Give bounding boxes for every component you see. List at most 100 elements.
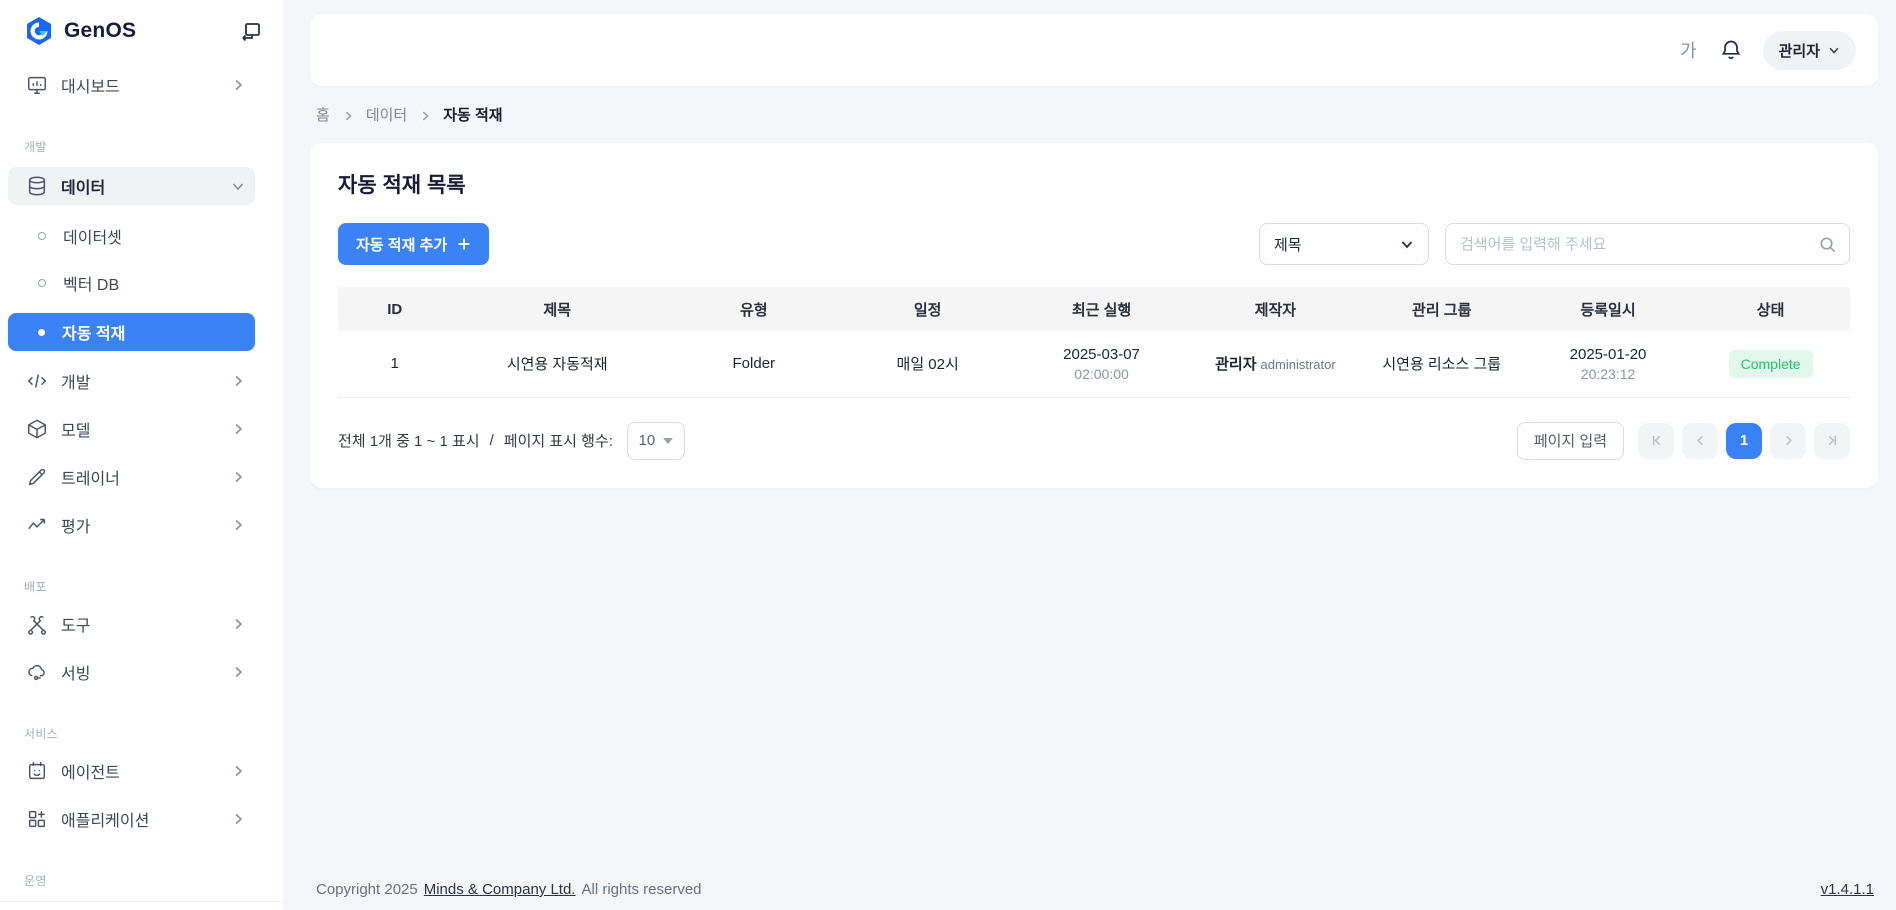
apps-icon	[26, 808, 48, 830]
rows-summary: 전체 1개 중 1 ~ 1 표시	[338, 430, 480, 451]
toolbar: 자동 적재 추가 제목	[338, 223, 1850, 265]
search-icon[interactable]	[1818, 235, 1837, 254]
rows-per-page-select[interactable]: 10	[627, 422, 685, 460]
font-size-toggle[interactable]: 가	[1680, 37, 1697, 63]
sidebar-item-trainer[interactable]: 트레이너	[8, 460, 255, 494]
bullet-icon	[38, 279, 46, 287]
add-auto-load-button[interactable]: 자동 적재 추가	[338, 223, 489, 265]
next-page-button[interactable]	[1770, 423, 1806, 459]
table-footer: 전체 1개 중 1 ~ 1 표시 / 페이지 표시 행수: 10 페이지 입력	[338, 422, 1850, 460]
cube-icon	[26, 418, 48, 440]
chevron-down-icon	[1828, 44, 1840, 56]
chevron-right-icon	[231, 617, 245, 631]
sidebar-item-develop[interactable]: 개발	[8, 364, 255, 398]
dashboard-icon	[26, 74, 48, 96]
section-label-dev: 개발	[24, 138, 283, 155]
page-number-button[interactable]: 1	[1726, 423, 1762, 459]
sidebar-item-label: 데이터	[61, 174, 231, 198]
add-button-label: 자동 적재 추가	[356, 234, 447, 255]
search-input[interactable]	[1460, 236, 1818, 253]
sidebar-item-label: 벡터 DB	[63, 271, 119, 295]
section-label-service: 서비스	[24, 725, 283, 742]
version-link[interactable]: v1.4.1.1	[1821, 881, 1874, 898]
last-page-button[interactable]	[1814, 423, 1850, 459]
breadcrumb: 홈 데이터 자동 적재	[316, 104, 1878, 125]
sidebar-nav: 대시보드 개발 데이터 데이터셋 벡터	[0, 56, 283, 901]
chevron-right-icon	[231, 422, 245, 436]
profile-menu-button[interactable]: 관리자	[1763, 31, 1856, 70]
prev-page-button[interactable]	[1682, 423, 1718, 459]
chevron-left-icon	[1693, 433, 1708, 448]
col-last-run: 최근 실행	[1011, 287, 1192, 331]
col-created-at: 등록일시	[1525, 287, 1691, 331]
breadcrumb-data[interactable]: 데이터	[366, 104, 407, 125]
sidebar-item-agent[interactable]: 에이전트	[8, 754, 255, 788]
cloud-icon	[26, 661, 48, 683]
search-field-select[interactable]: 제목	[1259, 223, 1429, 265]
sidebar-item-label: 개발	[61, 369, 231, 393]
chevron-down-icon	[231, 179, 245, 193]
section-label-deploy: 배포	[24, 578, 283, 595]
breadcrumb-home[interactable]: 홈	[316, 104, 330, 125]
database-icon	[26, 175, 48, 197]
copyright-prefix: Copyright 2025	[316, 881, 418, 898]
pencil-icon	[26, 466, 48, 488]
company-link[interactable]: Minds & Company Ltd.	[424, 881, 576, 898]
bell-icon[interactable]	[1719, 38, 1743, 62]
content-card: 자동 적재 목록 자동 적재 추가 제목	[310, 143, 1878, 488]
page-input-button[interactable]: 페이지 입력	[1517, 422, 1624, 460]
sidebar-item-application[interactable]: 애플리케이션	[8, 802, 255, 836]
sidebar-item-evaluation[interactable]: 평가	[8, 508, 255, 542]
sidebar-item-auto-load[interactable]: 자동 적재	[8, 313, 255, 351]
table-row[interactable]: 1 시연용 자동적재 Folder 매일 02시 2025-03-07 02:0…	[338, 331, 1850, 397]
copyright-suffix: All rights reserved	[581, 881, 701, 898]
first-page-icon	[1649, 433, 1664, 448]
genos-logo-icon	[24, 16, 54, 46]
rows-per-page-label: 페이지 표시 행수:	[504, 430, 613, 451]
sidebar-item-label: 대시보드	[61, 73, 231, 97]
chevron-right-icon	[231, 374, 245, 388]
sidebar-item-dashboard[interactable]: 대시보드	[8, 68, 255, 102]
top-bar: 가 관리자	[310, 14, 1878, 86]
sidebar-item-vector-db[interactable]: 벡터 DB	[8, 266, 255, 300]
cell-id: 1	[338, 331, 451, 397]
sidebar-item-label: 자동 적재	[62, 320, 125, 344]
chevron-right-icon	[231, 78, 245, 92]
sidebar-bottom: 사용자 페이지	[0, 901, 283, 910]
sidebar-item-label: 서빙	[61, 660, 231, 684]
summary-separator: /	[490, 432, 494, 449]
profile-name: 관리자	[1779, 40, 1820, 61]
sidebar-item-label: 트레이너	[61, 465, 231, 489]
main-area: 가 관리자 홈 데이터 자동 적재 자동 적재 목록 자동 적재 추가	[283, 0, 1896, 910]
section-label-operations: 운영	[24, 872, 283, 889]
col-group: 관리 그룹	[1359, 287, 1525, 331]
chevron-right-icon	[231, 812, 245, 826]
tools-icon	[26, 613, 48, 635]
sidebar-item-model[interactable]: 모델	[8, 412, 255, 446]
pagination: 1	[1638, 423, 1850, 459]
cell-group: 시연용 리소스 그룹	[1359, 331, 1525, 397]
bullet-icon	[38, 329, 45, 336]
col-status: 상태	[1691, 287, 1850, 331]
cell-last-run: 2025-03-07 02:00:00	[1011, 331, 1192, 397]
sidebar-item-label: 평가	[61, 513, 231, 537]
rows-per-page-value: 10	[639, 432, 656, 449]
cell-creator: 관리자administrator	[1192, 331, 1358, 397]
search-field-value: 제목	[1274, 234, 1400, 255]
col-creator: 제작자	[1192, 287, 1358, 331]
chevron-right-icon	[1781, 433, 1796, 448]
sidebar-item-serving[interactable]: 서빙	[8, 655, 255, 689]
collapse-sidebar-icon[interactable]	[239, 19, 263, 43]
sidebar-item-data[interactable]: 데이터	[8, 167, 255, 205]
status-badge: Complete	[1729, 350, 1813, 378]
col-title: 제목	[451, 287, 663, 331]
cell-type: Folder	[663, 331, 844, 397]
chevron-right-icon	[342, 109, 354, 121]
sidebar-item-dataset[interactable]: 데이터셋	[8, 219, 255, 253]
sidebar-item-tools[interactable]: 도구	[8, 607, 255, 641]
table-header-row: ID 제목 유형 일정 최근 실행 제작자 관리 그룹 등록일시 상태	[338, 287, 1850, 331]
chart-icon	[26, 514, 48, 536]
first-page-button[interactable]	[1638, 423, 1674, 459]
sidebar: GenOS 대시보드 개발	[0, 0, 283, 910]
app-title: GenOS	[64, 19, 239, 43]
